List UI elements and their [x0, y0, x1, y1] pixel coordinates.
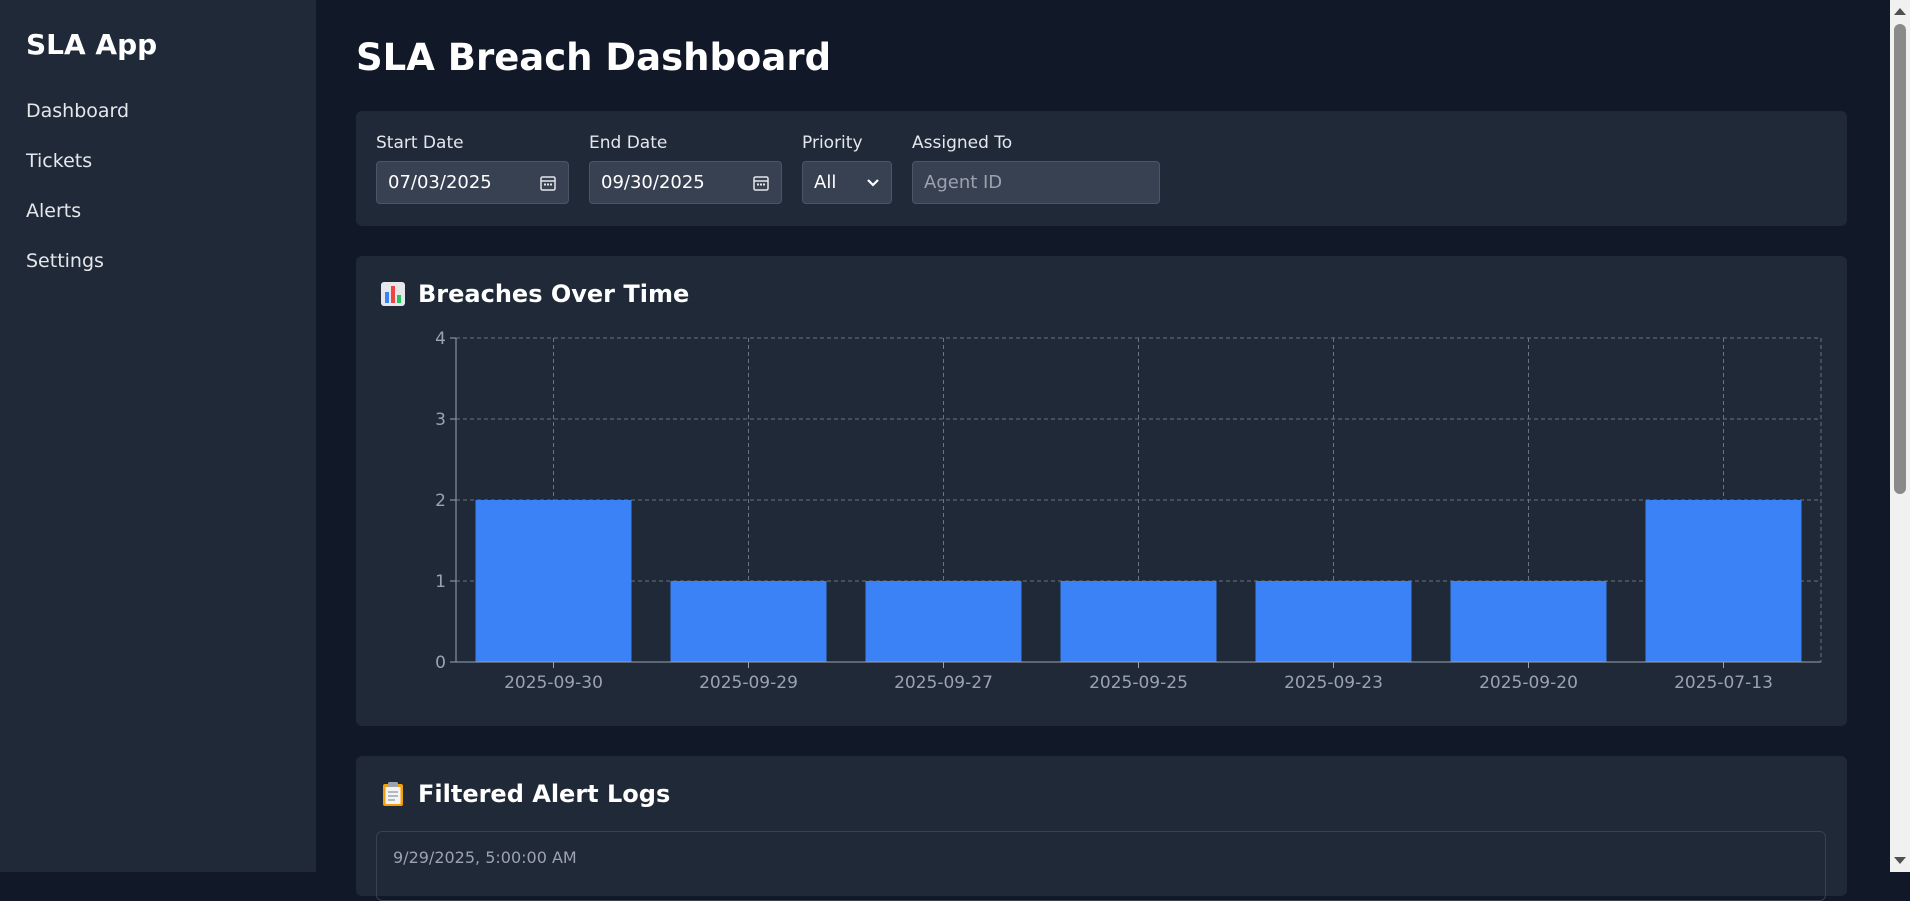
end-date-field: End Date 09/30/2025 [589, 133, 782, 204]
bar-2025-09-25 [1060, 581, 1217, 662]
y-tick-label: 3 [435, 410, 446, 430]
calendar-icon[interactable] [539, 174, 557, 192]
priority-select[interactable]: All [802, 161, 892, 204]
x-tick-label: 2025-09-30 [504, 673, 603, 693]
sidebar-nav: Dashboard Tickets Alerts Settings [26, 98, 129, 298]
sidebar-item-settings[interactable]: Settings [26, 248, 129, 298]
assigned-to-label: Assigned To [912, 133, 1013, 153]
priority-value: All [814, 172, 837, 193]
sidebar-item-dashboard[interactable]: Dashboard [26, 98, 129, 148]
logs-heading: Filtered Alert Logs [380, 780, 670, 808]
agent-id-input[interactable]: Agent ID [912, 161, 1160, 204]
bar-2025-09-29 [670, 581, 827, 662]
page-scrollbar[interactable] [1890, 0, 1910, 872]
chart-heading: Breaches Over Time [380, 280, 689, 308]
start-date-value: 07/03/2025 [388, 172, 492, 193]
logs-heading-text: Filtered Alert Logs [418, 780, 671, 808]
scrollbar-thumb[interactable] [1894, 24, 1906, 494]
assigned-to-field: Assigned To Agent ID [912, 133, 1160, 204]
start-date-label: Start Date [376, 133, 464, 153]
chart-panel: 0 1 2 3 4 2025-09-30 2025-09-29 2025-09-27 2025-… [356, 256, 1847, 726]
y-tick-label: 4 [435, 329, 446, 349]
y-tick-label: 0 [435, 653, 446, 673]
log-entry[interactable]: 9/29/2025, 5:00:00 AM [376, 831, 1826, 901]
start-date-field: Start Date 07/03/2025 [376, 133, 569, 204]
sidebar-item-alerts[interactable]: Alerts [26, 198, 129, 248]
priority-field: Priority All [802, 133, 892, 204]
x-tick-label: 2025-09-23 [1284, 673, 1383, 693]
bar-2025-09-20 [1450, 581, 1607, 662]
bar-2025-09-27 [865, 581, 1022, 662]
calendar-icon[interactable] [752, 174, 770, 192]
x-tick-label: 2025-09-20 [1479, 673, 1578, 693]
agent-id-placeholder: Agent ID [924, 172, 1003, 193]
sidebar-item-tickets[interactable]: Tickets [26, 148, 129, 198]
x-tick-label: 2025-07-13 [1674, 673, 1773, 693]
end-date-label: End Date [589, 133, 668, 153]
bar-2025-07-13 [1645, 500, 1802, 662]
app-title: SLA App [26, 28, 158, 61]
logs-panel: Filtered Alert Logs 9/29/2025, 5:00:00 A… [356, 756, 1847, 901]
filters-panel: Start Date 07/03/2025 End Date 09/30/202… [356, 111, 1847, 226]
sidebar: SLA App Dashboard Tickets Alerts Setting… [0, 0, 316, 872]
y-tick-label: 2 [435, 491, 446, 511]
x-tick-label: 2025-09-29 [699, 673, 798, 693]
chart-heading-text: Breaches Over Time [418, 280, 690, 308]
end-date-value: 09/30/2025 [601, 172, 705, 193]
clipboard-icon [383, 782, 403, 806]
scroll-down-arrow-icon[interactable] [1894, 857, 1906, 864]
bar-2025-09-30 [475, 500, 632, 662]
breaches-bar-chart: 0 1 2 3 4 2025-09-30 2025-09-29 2025-09-27 2025-… [435, 329, 1822, 693]
bar-chart-icon [381, 282, 405, 306]
x-tick-label: 2025-09-25 [1089, 673, 1188, 693]
start-date-input[interactable]: 07/03/2025 [376, 161, 569, 204]
x-tick-label: 2025-09-27 [894, 673, 993, 693]
priority-label: Priority [802, 133, 863, 153]
end-date-input[interactable]: 09/30/2025 [589, 161, 782, 204]
bar-2025-09-23 [1255, 581, 1412, 662]
chevron-down-icon [867, 178, 879, 187]
page-title: SLA Breach Dashboard [356, 36, 832, 79]
y-tick-label: 1 [435, 572, 446, 592]
scroll-up-arrow-icon[interactable] [1894, 8, 1906, 15]
log-timestamp: 9/29/2025, 5:00:00 AM [393, 848, 577, 867]
